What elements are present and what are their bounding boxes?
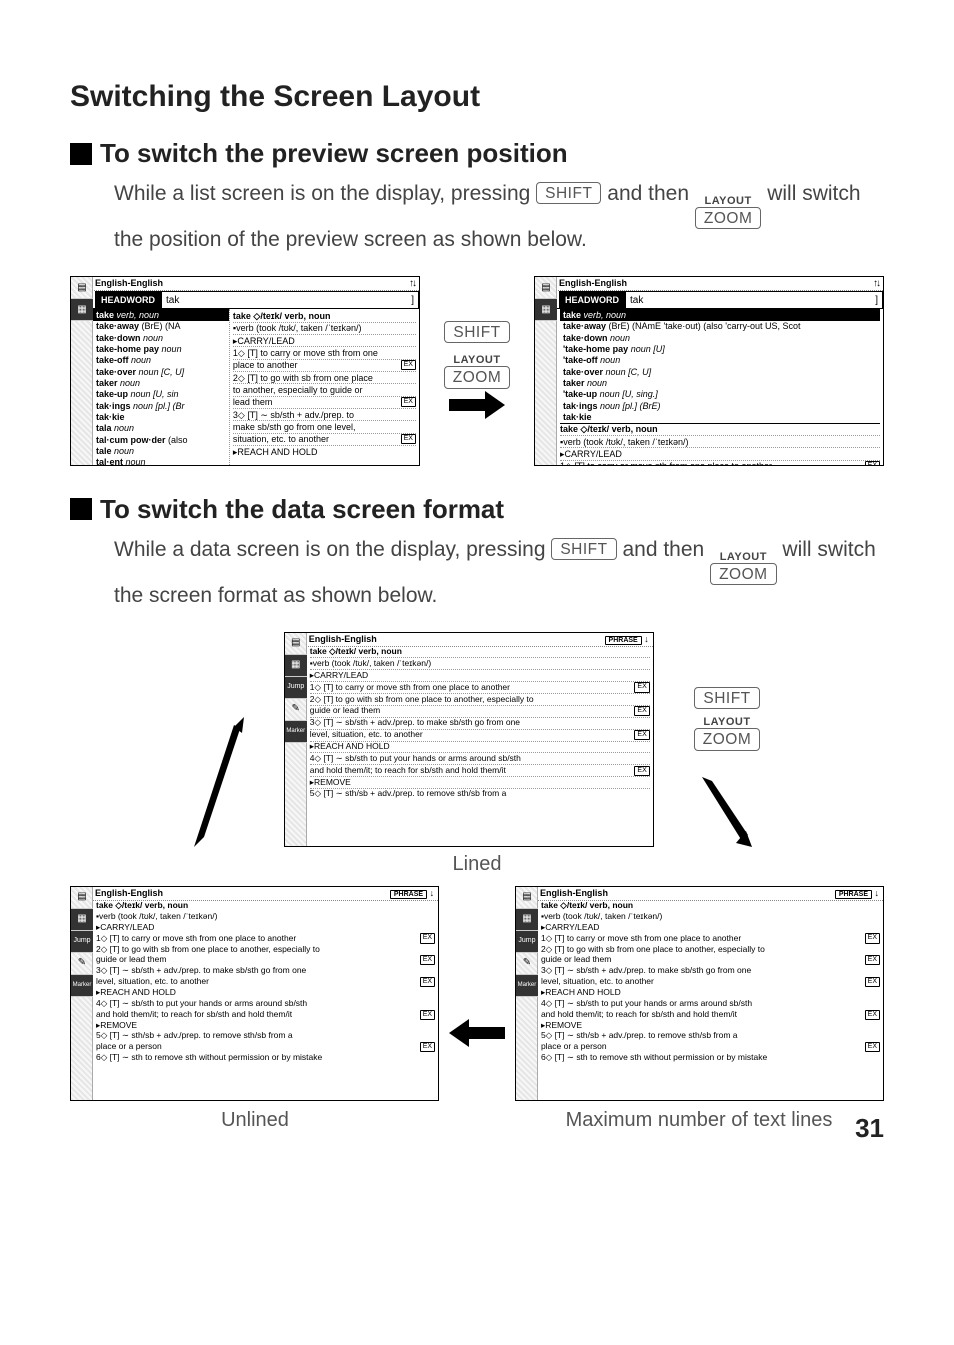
screenshot-list-side-preview: ▤ ▦ English-English ↑↓ HEADWORD tak] tak… xyxy=(70,276,420,466)
arrow-down-right-icon xyxy=(702,777,752,847)
layout-zoom-key: LAYOUT ZOOM xyxy=(710,552,777,585)
pen-icon: ✎ xyxy=(71,953,93,975)
marker-icon: Marker xyxy=(71,975,93,997)
titlebar: English-English ↑↓ xyxy=(535,277,883,292)
screenshot-list-bottom-preview: ▤ ▦ English-English ↑↓ HEADWORD tak] tak… xyxy=(534,276,884,466)
pen-icon: ✎ xyxy=(285,699,307,721)
titlebar: English-English PHRASE ↓ xyxy=(71,887,438,901)
section1-body: While a list screen is on the display, p… xyxy=(70,179,884,256)
layout-zoom-key: LAYOUT ZOOM xyxy=(695,196,762,229)
calc-icon: ▦ xyxy=(516,909,538,931)
titlebar: English-English PHRASE ↓ xyxy=(285,633,653,647)
unlined-label: Unlined xyxy=(70,1109,440,1132)
definition-content[interactable]: take ◇/teɪk/ verb, noun▪verb (took /tʊk/… xyxy=(538,901,883,1098)
key-sequence: SHIFT LAYOUT ZOOM xyxy=(444,323,511,419)
section2-body: While a data screen is on the display, p… xyxy=(70,535,884,612)
sidebar-icons: ▤ ▦ Jump ✎ Marker xyxy=(516,887,538,1100)
phrase-badge: PHRASE xyxy=(605,636,642,645)
word-list[interactable]: take verb, nountake·away (BrE) (NAtake·d… xyxy=(93,309,230,465)
calc-icon: ▦ xyxy=(285,655,307,677)
jump-icon: Jump xyxy=(71,931,93,953)
definition-content[interactable]: take ◇/teɪk/ verb, noun▪verb (took /tʊk/… xyxy=(93,901,438,1098)
phrase-badge: PHRASE xyxy=(390,890,427,899)
book-icon: ▤ xyxy=(285,633,307,655)
bullet-square-icon xyxy=(70,143,92,165)
jump-icon: Jump xyxy=(285,677,307,699)
marker-icon: Marker xyxy=(516,975,538,997)
search-input[interactable]: tak] xyxy=(625,291,883,308)
calc-icon: ▦ xyxy=(535,299,557,321)
search-bar: HEADWORD tak] xyxy=(71,291,419,309)
preview-pane: take ◇/teɪk/ verb, noun▪verb (took /tʊk/… xyxy=(230,309,419,465)
key-sequence: SHIFT LAYOUT ZOOM xyxy=(694,689,761,747)
definition-content[interactable]: take ◇/teɪk/ verb, noun▪verb (took /tʊk/… xyxy=(307,647,653,844)
calc-icon: ▦ xyxy=(71,299,93,321)
layout-zoom-key: LAYOUT ZOOM xyxy=(444,355,511,388)
headword-label: HEADWORD xyxy=(95,291,161,308)
shift-key: SHIFT xyxy=(536,182,601,204)
book-icon: ▤ xyxy=(71,887,93,909)
screenshot-unlined: ▤ ▦ Jump ✎ Marker English-English PHRASE… xyxy=(70,886,439,1101)
preview-position-diagram: ▤ ▦ English-English ↑↓ HEADWORD tak] tak… xyxy=(70,276,884,466)
layout-zoom-key: LAYOUT ZOOM xyxy=(694,717,761,750)
arrow-left-icon xyxy=(449,1019,505,1047)
sidebar-icons: ▤ ▦ xyxy=(535,277,557,465)
lined-label: Lined xyxy=(70,853,884,876)
jump-icon: Jump xyxy=(516,931,538,953)
page-title: Switching the Screen Layout xyxy=(70,80,884,114)
screenshot-max-lines: ▤ ▦ Jump ✎ Marker English-English PHRASE… xyxy=(515,886,884,1101)
arrow-right-icon xyxy=(449,391,505,419)
shift-key: SHIFT xyxy=(444,321,509,343)
updown-icon: ↑↓ xyxy=(409,278,415,290)
shift-key: SHIFT xyxy=(694,687,759,709)
search-bar: HEADWORD tak] xyxy=(535,291,883,309)
book-icon: ▤ xyxy=(516,887,538,909)
titlebar: English-English PHRASE ↓ xyxy=(516,887,883,901)
pen-icon: ✎ xyxy=(516,953,538,975)
calc-icon: ▦ xyxy=(71,909,93,931)
section1-heading: To switch the preview screen position xyxy=(70,138,884,169)
marker-icon: Marker xyxy=(285,721,307,743)
section2-heading: To switch the data screen format xyxy=(70,494,884,525)
arrow-up-right-icon xyxy=(194,717,244,847)
titlebar: English-English ↑↓ xyxy=(71,277,419,292)
headword-label: HEADWORD xyxy=(559,291,625,308)
sidebar-icons: ▤ ▦ xyxy=(71,277,93,465)
search-input[interactable]: tak] xyxy=(161,291,419,308)
sidebar-icons: ▤ ▦ Jump ✎ Marker xyxy=(285,633,307,846)
bullet-square-icon xyxy=(70,498,92,520)
data-screen-diagram: ▤ ▦ Jump ✎ Marker English-English PHRASE… xyxy=(70,632,884,1132)
page-number: 31 xyxy=(855,1113,884,1144)
screenshot-lined: ▤ ▦ Jump ✎ Marker English-English PHRASE… xyxy=(284,632,654,847)
shift-key: SHIFT xyxy=(551,538,616,560)
book-icon: ▤ xyxy=(535,277,557,299)
word-list-and-preview[interactable]: take verb, nountake·away (BrE) (NAmE 'ta… xyxy=(557,309,883,465)
updown-icon: ↑↓ xyxy=(873,278,879,290)
book-icon: ▤ xyxy=(71,277,93,299)
phrase-badge: PHRASE xyxy=(835,890,872,899)
maxlines-label: Maximum number of text lines xyxy=(514,1109,884,1132)
sidebar-icons: ▤ ▦ Jump ✎ Marker xyxy=(71,887,93,1100)
